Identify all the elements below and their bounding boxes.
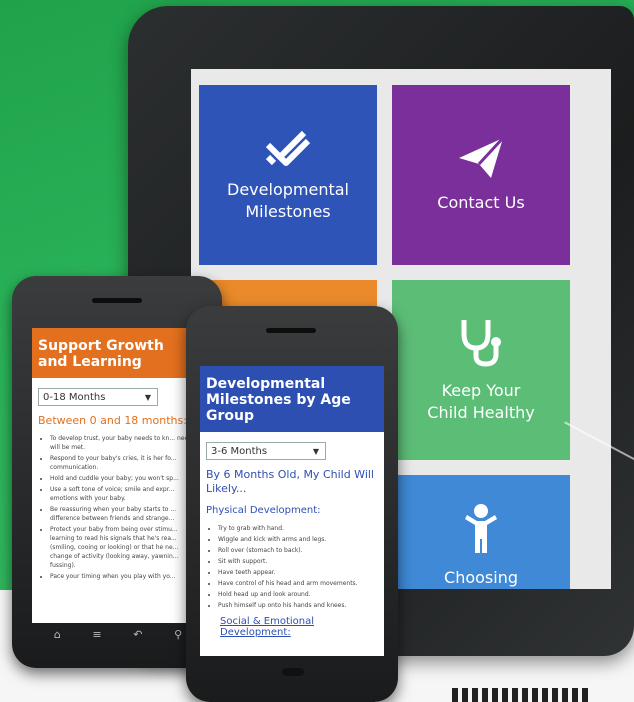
menu-icon[interactable]: ≡	[92, 628, 101, 648]
list-item: Use a soft tone of voice; smile and expr…	[50, 485, 198, 503]
select-value: 0-18 Months	[43, 392, 106, 403]
tips-list: To develop trust, your baby needs to kn.…	[32, 434, 202, 581]
stethoscope-icon	[461, 320, 501, 367]
list-item: Sit with support.	[218, 557, 380, 566]
list-item: Wiggle and kick with arms and legs.	[218, 535, 380, 544]
list-item: To develop trust, your baby needs to kn.…	[50, 434, 198, 452]
select-value: 3-6 Months	[211, 446, 268, 457]
milestones-list: Try to grab with hand. Wiggle and kick w…	[200, 524, 384, 610]
physical-development-heading: Physical Development:	[206, 505, 321, 516]
tile-label: Contact Us	[437, 193, 525, 212]
list-item: Try to grab with hand.	[218, 524, 380, 533]
home-icon[interactable]: ⌂	[54, 628, 61, 648]
phone-speaker	[266, 328, 316, 333]
social-emotional-link[interactable]: Social & Emotional Development:	[200, 612, 384, 638]
phone-right: Developmental Milestones by Age Group 3-…	[186, 306, 398, 702]
android-nav-bar: ⌂ ≡ ↶ ⚲	[38, 628, 198, 648]
back-icon[interactable]: ↶	[133, 628, 142, 648]
qr-code-strip	[452, 688, 592, 702]
age-select[interactable]: 0-18 Months ▼	[38, 388, 158, 406]
paper-plane-icon	[459, 136, 505, 178]
section-heading: Between 0 and 18 months:	[38, 414, 187, 427]
list-item: Have teeth appear.	[218, 568, 380, 577]
tile-choosing[interactable]: Choosing	[392, 475, 570, 589]
chevron-down-icon: ▼	[312, 447, 319, 456]
chevron-down-icon: ▼	[144, 393, 151, 402]
list-item: Protect your baby from being over stimu.…	[50, 525, 198, 570]
phone-left-screen: Support Growth and Learning 0-18 Months …	[32, 328, 202, 623]
phone-speaker	[92, 298, 142, 303]
tile-developmental-milestones[interactable]: Developmental Milestones	[199, 85, 377, 265]
list-item: Hold head up and look around.	[218, 590, 380, 599]
page-title: Developmental Milestones by Age Group	[200, 366, 384, 432]
list-item: Have control of his head and arm movemen…	[218, 579, 380, 588]
search-icon[interactable]: ⚲	[174, 628, 182, 648]
page-title: Support Growth and Learning	[32, 328, 202, 378]
list-item: Be reassuring when your baby starts to .…	[50, 505, 198, 523]
list-item: Pace your timing when you play with yo..…	[50, 572, 198, 581]
tile-label: Developmental Milestones	[227, 180, 349, 221]
list-item: Roll over (stomach to back).	[218, 546, 380, 555]
tile-label: Choosing	[444, 568, 518, 587]
list-item: Push himself up onto his hands and knees…	[218, 601, 380, 610]
home-button[interactable]	[282, 668, 304, 676]
tile-label: Keep Your Child Healthy	[427, 381, 535, 422]
phone-right-screen: Developmental Milestones by Age Group 3-…	[200, 366, 384, 656]
double-check-icon	[265, 130, 311, 166]
list-item: Hold and cuddle your baby; you won't sp.…	[50, 474, 198, 483]
list-item: Respond to your baby's cries, it is her …	[50, 454, 198, 472]
tile-keep-child-healthy[interactable]: Keep Your Child Healthy	[392, 280, 570, 460]
age-select[interactable]: 3-6 Months ▼	[206, 442, 326, 460]
section-heading: By 6 Months Old, My Child Will Likely...	[206, 468, 374, 495]
child-figure-icon	[465, 504, 497, 553]
tile-contact-us[interactable]: Contact Us	[392, 85, 570, 265]
